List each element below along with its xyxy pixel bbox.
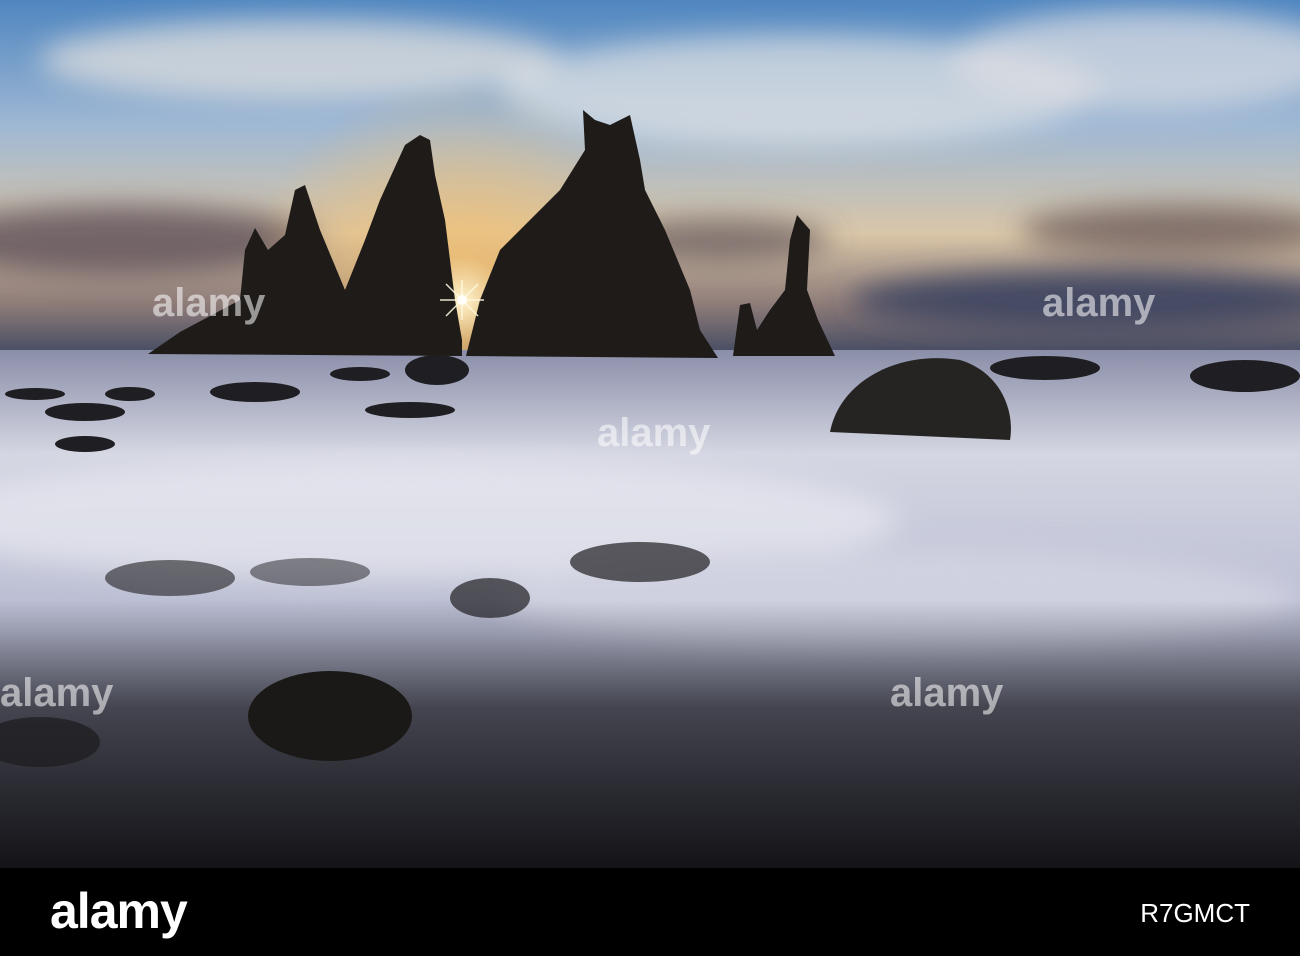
image-id: R7GMCT: [1140, 898, 1250, 928]
svg-text:alamy: alamy: [597, 411, 711, 455]
svg-text:alamy: alamy: [152, 281, 266, 325]
landscape-image: alamy alamy alamy alamy alamy: [0, 0, 1300, 868]
photo: alamy alamy alamy alamy alamy alamy R7GM…: [0, 0, 1300, 956]
svg-text:alamy: alamy: [0, 671, 114, 715]
svg-text:alamy: alamy: [890, 671, 1004, 715]
footer-bar: alamy R7GMCT: [0, 868, 1300, 956]
svg-text:alamy: alamy: [1042, 281, 1156, 325]
alamy-logo: alamy: [50, 883, 188, 939]
black-sand-beach: [0, 600, 1300, 868]
